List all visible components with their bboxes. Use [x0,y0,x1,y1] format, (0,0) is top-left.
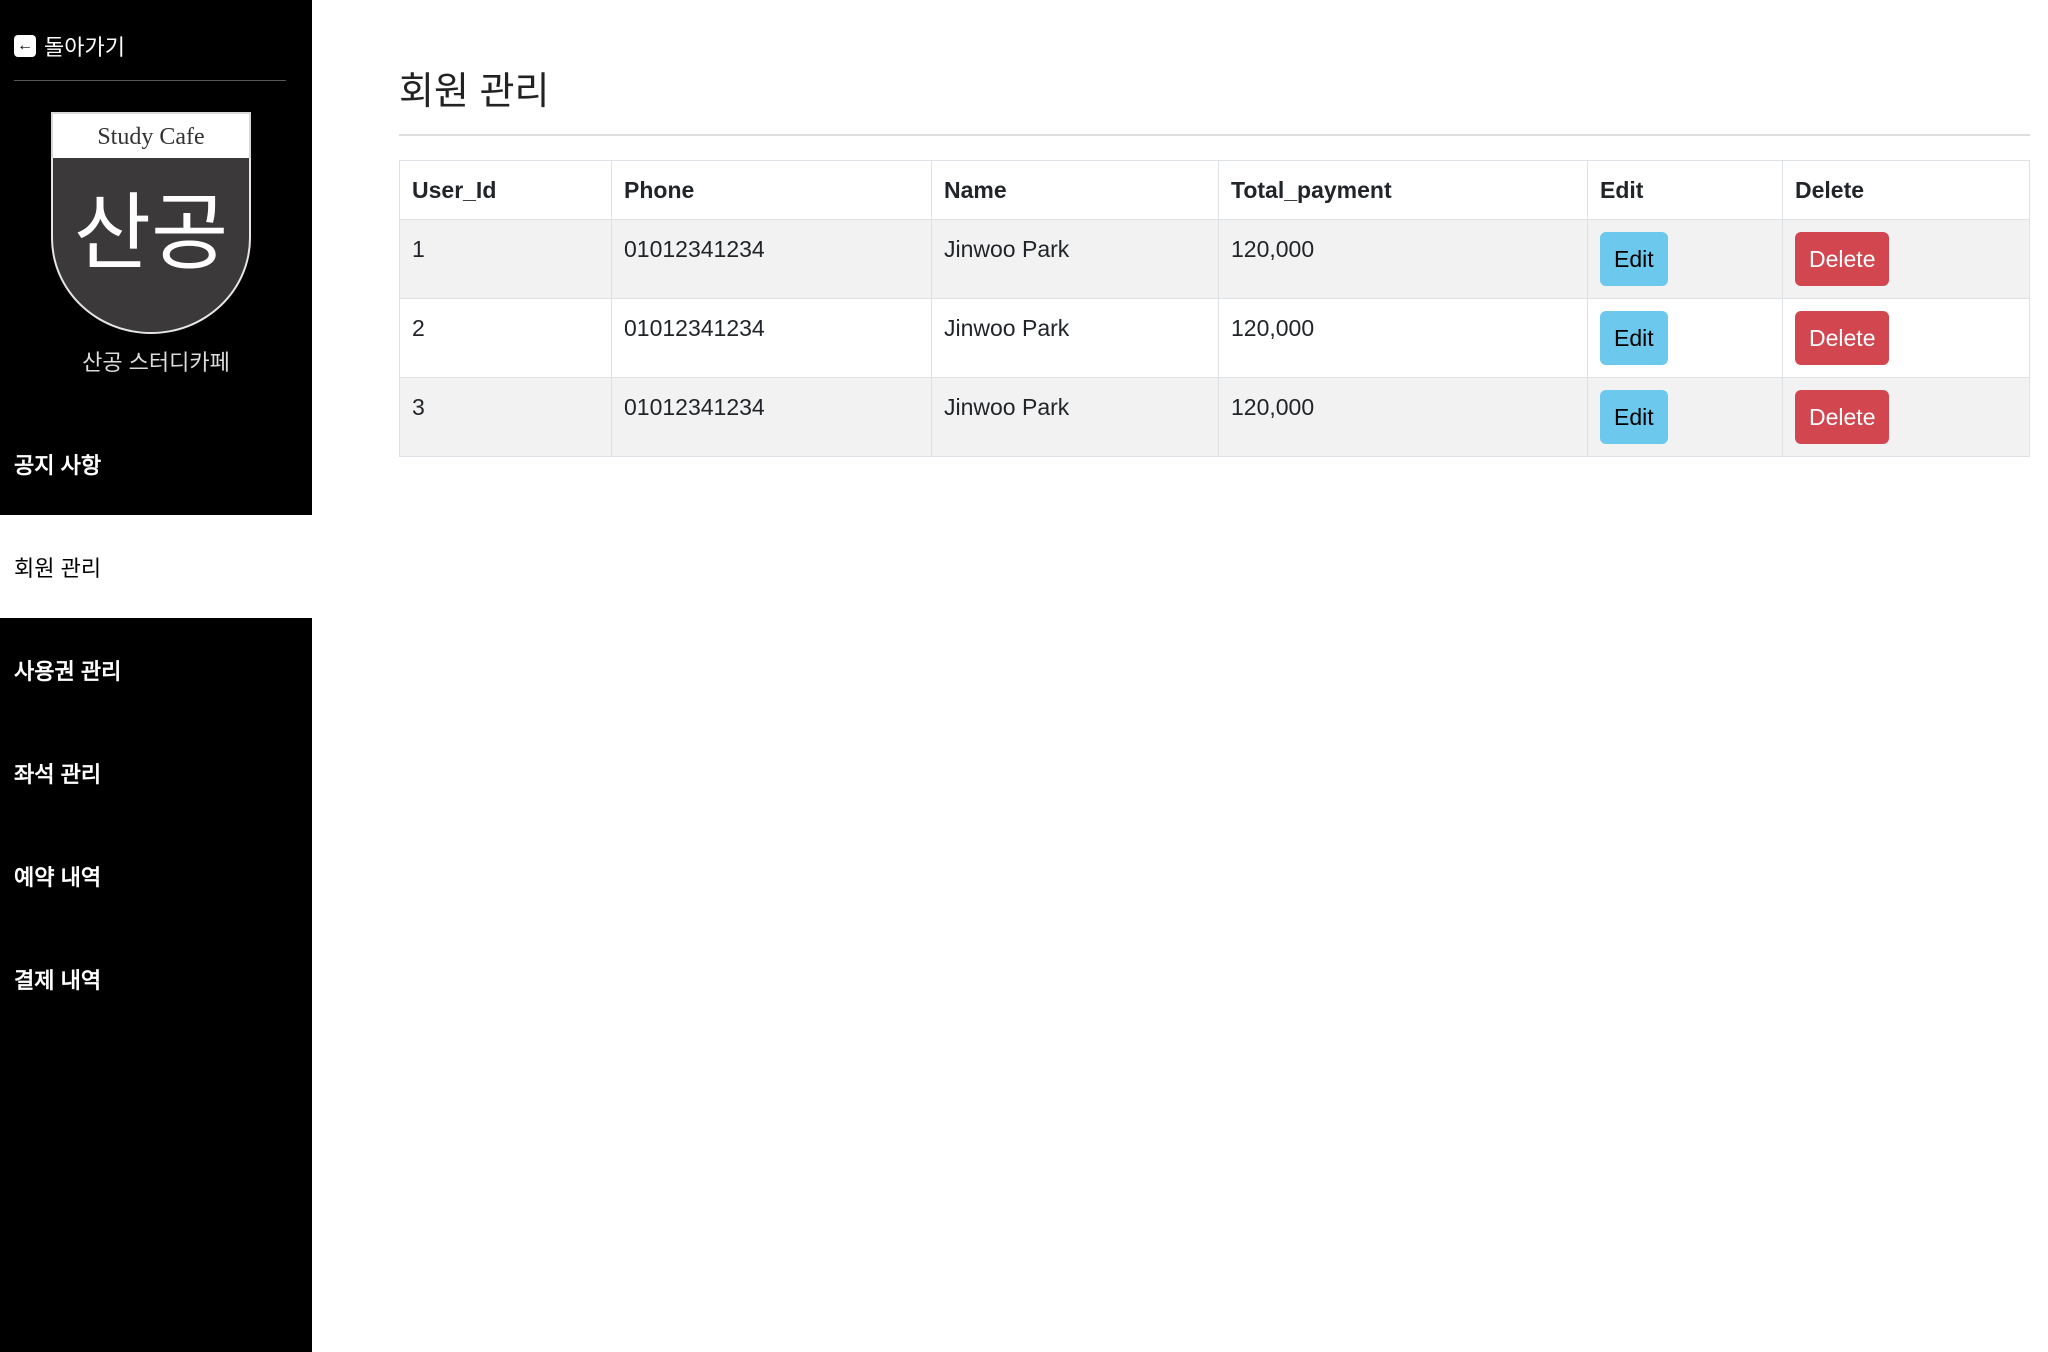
delete-button[interactable]: Delete [1795,311,1890,365]
members-table: User_Id Phone Name Total_payment Edit De… [399,160,2030,457]
cell-phone: 01012341234 [611,298,932,378]
cell-delete: Delete [1782,377,2030,457]
edit-button[interactable]: Edit [1600,311,1668,365]
title-divider [399,134,2030,136]
cell-delete: Delete [1782,219,2030,299]
table-row: 1 01012341234 Jinwoo Park 120,000 Edit Delete [399,219,2030,299]
cell-total-payment: 120,000 [1218,298,1588,378]
header-name: Name [931,160,1219,220]
sidebar-item-members[interactable]: 회원 관리 [0,515,312,618]
sidebar-item-passes[interactable]: 사용권 관리 [0,618,312,721]
cell-delete: Delete [1782,298,2030,378]
header-total-payment: Total_payment [1218,160,1588,220]
arrow-left-icon: ← [14,35,36,57]
cell-edit: Edit [1587,298,1783,378]
cell-total-payment: 120,000 [1218,219,1588,299]
logo-main-text: 산공 [51,158,251,334]
header-delete: Delete [1782,160,2030,220]
back-label: 돌아가기 [44,35,125,60]
edit-button[interactable]: Edit [1600,232,1668,286]
divider [14,80,286,81]
sidebar-item-seats[interactable]: 좌석 관리 [0,721,312,824]
cell-total-payment: 120,000 [1218,377,1588,457]
sidebar: ← 돌아가기 Study Cafe 산공 산공 스터디카페 공지 사항 회원 관… [0,0,312,1352]
back-link[interactable]: ← 돌아가기 [14,30,125,62]
cell-name: Jinwoo Park [931,377,1219,457]
cell-user-id: 2 [399,298,612,378]
table-header-row: User_Id Phone Name Total_payment Edit De… [399,160,2030,220]
cell-edit: Edit [1587,377,1783,457]
cell-user-id: 1 [399,219,612,299]
sidebar-menu: 공지 사항 회원 관리 사용권 관리 좌석 관리 예약 내역 결제 내역 [0,412,312,1030]
cell-edit: Edit [1587,219,1783,299]
header-edit: Edit [1587,160,1783,220]
cell-user-id: 3 [399,377,612,457]
page-title: 회원 관리 [399,71,550,113]
cell-name: Jinwoo Park [931,298,1219,378]
logo: Study Cafe 산공 [51,112,251,334]
delete-button[interactable]: Delete [1795,390,1890,444]
table-row: 2 01012341234 Jinwoo Park 120,000 Edit Delete [399,298,2030,378]
table-row: 3 01012341234 Jinwoo Park 120,000 Edit Delete [399,377,2030,457]
edit-button[interactable]: Edit [1600,390,1668,444]
cell-phone: 01012341234 [611,219,932,299]
sidebar-item-reservations[interactable]: 예약 내역 [0,824,312,927]
cell-name: Jinwoo Park [931,219,1219,299]
sidebar-item-payments[interactable]: 결제 내역 [0,927,312,1030]
header-phone: Phone [611,160,932,220]
cell-phone: 01012341234 [611,377,932,457]
logo-top-text: Study Cafe [51,112,251,158]
header-user-id: User_Id [399,160,612,220]
cafe-name: 산공 스터디카페 [82,350,230,375]
delete-button[interactable]: Delete [1795,232,1890,286]
sidebar-item-notices[interactable]: 공지 사항 [0,412,312,515]
